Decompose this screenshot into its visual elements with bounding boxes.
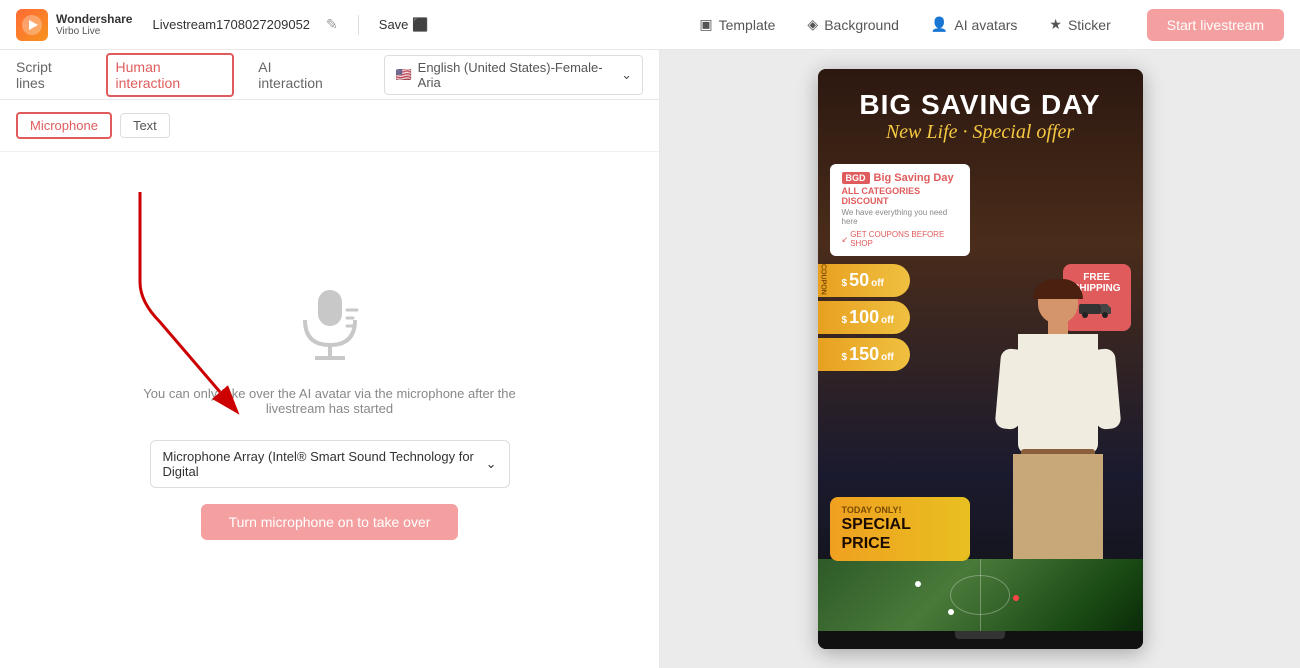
coupon-box: BGD Big Saving Day ALL CATEGORIES DISCOU… (830, 164, 970, 256)
nav-ai-avatars[interactable]: 👤 AI avatars (931, 16, 1017, 33)
poster-title-main: BIG SAVING DAY (818, 89, 1143, 121)
left-panel: Script lines Human interaction AI intera… (0, 50, 660, 668)
sub-tab-text[interactable]: Text (120, 113, 170, 138)
coupon-strip-150: COUPON $ 150 off (818, 338, 910, 371)
tab-ai-interaction[interactable]: AI interaction (258, 55, 336, 95)
coupon-badge: BGD (842, 172, 870, 184)
chevron-down-icon: ⌄ (621, 67, 632, 83)
project-name: Livestream1708027209052 (152, 17, 310, 32)
content-area: You can only take over the AI avatar via… (0, 152, 659, 668)
ai-avatars-label: AI avatars (954, 17, 1017, 33)
tab-script-lines[interactable]: Script lines (16, 55, 82, 95)
logo-text-1: Wondershare (56, 12, 132, 26)
save-button[interactable]: Save ⬛ (379, 17, 429, 33)
dropdown-chevron-icon: ⌄ (486, 456, 497, 472)
turn-on-microphone-button[interactable]: Turn microphone on to take over (201, 504, 459, 540)
start-livestream-button[interactable]: Start livestream (1147, 9, 1284, 41)
save-label: Save (379, 17, 409, 32)
save-icon: ⬛ (412, 17, 428, 33)
avatar-area (973, 269, 1143, 569)
microphone-dropdown[interactable]: Microphone Array (Intel® Smart Sound Tec… (150, 440, 510, 488)
poster-title-sub: New Life · Special offer (818, 121, 1143, 144)
logo-icon (16, 9, 48, 41)
preview-card: BIG SAVING DAY New Life · Special offer … (818, 69, 1143, 649)
background-label: Background (824, 17, 899, 33)
template-icon: ▣ (699, 16, 712, 33)
nav-sticker[interactable]: ★ Sticker (1049, 16, 1110, 33)
tab-human-interaction[interactable]: Human interaction (106, 53, 235, 97)
sticker-label: Sticker (1068, 17, 1111, 33)
main-layout: Script lines Human interaction AI intera… (0, 50, 1300, 668)
language-selector[interactable]: 🇺🇸 English (United States)-Female-Aria ⌄ (384, 55, 643, 95)
coupon-strips: COUPON $ 50 off COUPON $ 100 off COUPON … (818, 264, 910, 371)
coupon-title-text: Big Saving Day (874, 172, 954, 184)
coupon-strip-50: COUPON $ 50 off (818, 264, 910, 297)
flag-icon: 🇺🇸 (395, 67, 411, 83)
coupon-title: BGD Big Saving Day (842, 172, 958, 184)
poster-background: BIG SAVING DAY New Life · Special offer … (818, 69, 1143, 649)
language-label: English (United States)-Female-Aria (418, 60, 615, 90)
divider (358, 15, 359, 35)
tab-bar: Script lines Human interaction AI intera… (0, 50, 659, 100)
today-price: SPECIAL PRICE (842, 515, 958, 553)
template-label: Template (719, 17, 776, 33)
today-label: TODAY ONLY! (842, 505, 958, 515)
sticker-icon: ★ (1049, 16, 1062, 33)
dropdown-label: Microphone Array (Intel® Smart Sound Tec… (163, 449, 486, 479)
nav-background[interactable]: ◈ Background (807, 16, 899, 33)
right-panel: BIG SAVING DAY New Life · Special offer … (660, 50, 1300, 668)
coupon-strip-100: COUPON $ 100 off (818, 301, 910, 334)
sub-tab-microphone[interactable]: Microphone (16, 112, 112, 139)
coupon-sub: ALL CATEGORIES DISCOUNT (842, 186, 958, 206)
today-banner: TODAY ONLY! SPECIAL PRICE (830, 497, 970, 561)
mic-area: You can only take over the AI avatar via… (130, 280, 530, 416)
tv-screen (818, 559, 1143, 631)
sub-tab-bar: Microphone Text (0, 100, 659, 152)
microphone-icon (285, 280, 375, 370)
logo-text-2: Virbo Live (56, 26, 132, 37)
tv-area (818, 559, 1143, 649)
ai-avatar-icon: 👤 (931, 16, 948, 33)
topbar: Wondershare Virbo Live Livestream1708027… (0, 0, 1300, 50)
tv-stand (955, 631, 1005, 639)
edit-icon[interactable]: ✎ (326, 16, 338, 33)
hint-text: You can only take over the AI avatar via… (130, 386, 530, 416)
logo: Wondershare Virbo Live (16, 9, 132, 41)
nav-template[interactable]: ▣ Template (699, 16, 775, 33)
coupon-link: ↙ GET COUPONS BEFORE SHOP (842, 230, 958, 248)
poster-title: BIG SAVING DAY New Life · Special offer (818, 89, 1143, 144)
background-icon: ◈ (807, 16, 818, 33)
coupon-desc: We have everything you need here (842, 208, 958, 226)
nav-items: ▣ Template ◈ Background 👤 AI avatars ★ S… (699, 16, 1110, 33)
